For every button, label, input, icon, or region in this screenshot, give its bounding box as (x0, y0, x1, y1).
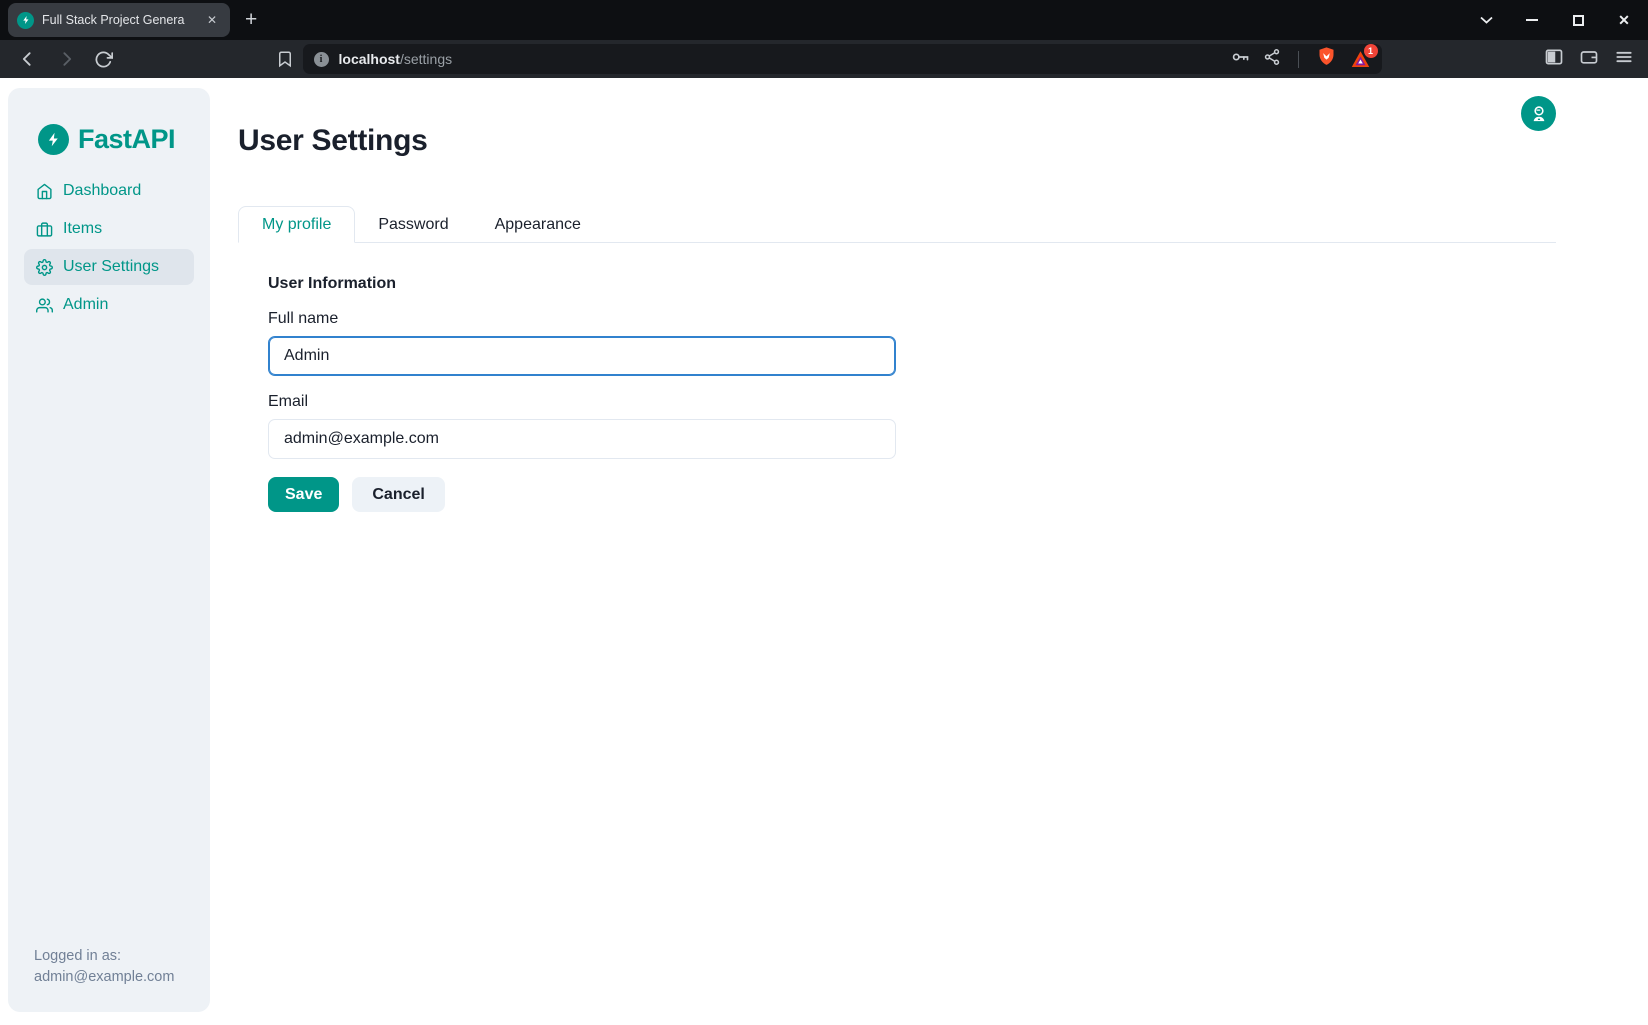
new-tab-button[interactable]: + (245, 10, 257, 30)
back-button[interactable] (18, 49, 38, 69)
sidebar-panel-icon[interactable] (1544, 47, 1564, 72)
sidebar-item-label: User Settings (63, 258, 159, 276)
fastapi-logo-icon (38, 124, 69, 155)
brave-shield-icon[interactable] (1316, 46, 1337, 72)
reload-button[interactable] (94, 50, 113, 69)
share-icon[interactable] (1263, 48, 1281, 71)
users-icon (36, 297, 53, 314)
app-logo: FastAPI (8, 124, 210, 155)
tab-password[interactable]: Password (355, 206, 471, 243)
cancel-button[interactable]: Cancel (352, 477, 444, 512)
site-info-icon[interactable]: i (314, 52, 329, 67)
tab-title: Full Stack Project Genera (42, 13, 203, 27)
browser-toolbar: i localhost/settings 1 (0, 40, 1648, 78)
fastapi-favicon-icon (17, 12, 34, 29)
divider (1298, 51, 1299, 68)
url-host: localhost (339, 51, 400, 67)
window-controls: ✕ (1478, 0, 1632, 40)
save-button[interactable]: Save (268, 477, 339, 512)
sidebar-item-user-settings[interactable]: User Settings (24, 249, 194, 285)
window-close-button[interactable]: ✕ (1616, 12, 1632, 28)
form-actions: Save Cancel (268, 477, 1556, 512)
address-bar[interactable]: i localhost/settings 1 (303, 44, 1382, 74)
url-path: /settings (400, 51, 452, 67)
rewards-badge: 1 (1364, 44, 1378, 58)
tab-search-chevron-icon[interactable] (1478, 12, 1494, 28)
sidebar-nav: Dashboard Items User Settings Admin (8, 173, 210, 323)
password-key-icon[interactable] (1230, 47, 1250, 72)
nav-buttons (18, 49, 113, 69)
full-name-input[interactable] (268, 336, 896, 376)
bookmark-icon[interactable] (276, 50, 294, 68)
email-label: Email (268, 393, 1556, 411)
address-bar-actions: 1 (1230, 46, 1371, 72)
tab-close-icon[interactable]: ✕ (203, 13, 221, 27)
user-astronaut-icon (1529, 104, 1549, 124)
gear-icon (36, 259, 53, 276)
full-name-label: Full name (268, 310, 1556, 328)
minimize-button[interactable] (1524, 12, 1540, 28)
tab-appearance[interactable]: Appearance (472, 206, 604, 243)
email-input[interactable] (268, 419, 896, 459)
sidebar-item-label: Items (63, 220, 102, 238)
home-icon (36, 183, 53, 200)
briefcase-icon (36, 221, 53, 238)
sidebar-item-label: Dashboard (63, 182, 141, 200)
logo-text: FastAPI (78, 124, 175, 155)
sidebar-item-items[interactable]: Items (24, 211, 194, 247)
wallet-icon[interactable] (1579, 47, 1599, 72)
tab-my-profile[interactable]: My profile (238, 206, 355, 243)
page-body: FastAPI Dashboard Items User Settings Ad… (0, 78, 1648, 1025)
section-title: User Information (268, 275, 1556, 293)
sidebar-item-dashboard[interactable]: Dashboard (24, 173, 194, 209)
browser-titlebar: Full Stack Project Genera ✕ + ✕ (0, 0, 1648, 40)
user-menu-button[interactable] (1521, 96, 1556, 131)
toolbar-right-buttons (1544, 47, 1634, 72)
menu-hamburger-icon[interactable] (1614, 47, 1634, 72)
logged-in-info: Logged in as: admin@example.com (8, 946, 210, 988)
maximize-button[interactable] (1570, 12, 1586, 28)
browser-tab[interactable]: Full Stack Project Genera ✕ (8, 3, 230, 37)
user-information-form: User Information Full name Email Save Ca… (238, 275, 1556, 512)
forward-button[interactable] (56, 49, 76, 69)
main-content: User Settings My profile Password Appear… (238, 78, 1556, 512)
app-sidebar: FastAPI Dashboard Items User Settings Ad… (8, 88, 210, 1012)
url-text[interactable]: localhost/settings (339, 51, 453, 67)
logged-in-label: Logged in as: (34, 946, 210, 967)
logged-in-email: admin@example.com (34, 967, 210, 988)
sidebar-item-label: Admin (63, 296, 108, 314)
settings-tabs: My profile Password Appearance (238, 206, 1556, 243)
page-title: User Settings (238, 124, 1556, 158)
sidebar-item-admin[interactable]: Admin (24, 287, 194, 323)
brave-rewards-icon[interactable]: 1 (1350, 49, 1371, 70)
